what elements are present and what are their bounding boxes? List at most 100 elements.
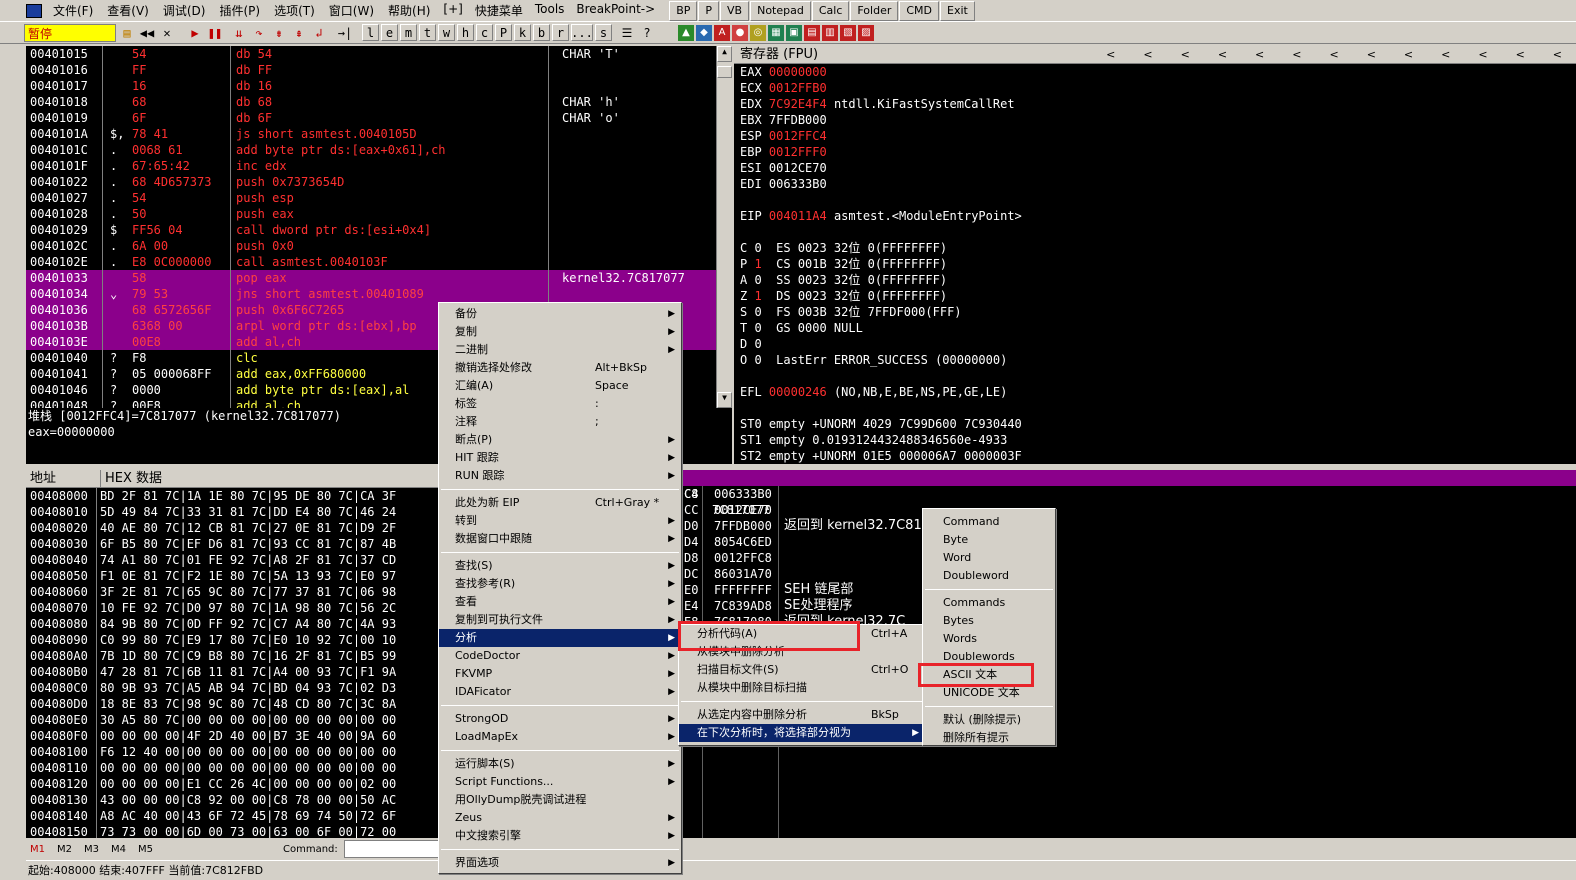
- disassembly-row[interactable]: 00401034 ⌄ 79 53 jns short asmtest.00401089: [26, 286, 716, 302]
- memory-tab-m5[interactable]: M5: [138, 844, 153, 855]
- menu-item[interactable]: 从模块中删除目标扫描: [679, 679, 925, 697]
- register-view-arrow[interactable]: <: [1367, 46, 1376, 64]
- register-line[interactable]: [734, 192, 1576, 208]
- register-view-arrow[interactable]: <: [1404, 46, 1413, 64]
- register-line[interactable]: P 1 CS 001B 32位 0(FFFFFFFF): [734, 256, 1576, 272]
- scroll-down-icon[interactable]: ▼: [717, 392, 732, 408]
- menu-item[interactable]: 中文搜索引擎 ▶: [439, 827, 681, 845]
- register-value[interactable]: 1: [754, 289, 761, 303]
- register-value[interactable]: 0012FFF0: [769, 145, 827, 159]
- menu-item[interactable]: 调试(D): [156, 2, 213, 19]
- window-button-P[interactable]: P: [495, 24, 512, 41]
- register-line[interactable]: C 0 ES 0023 32位 0(FFFFFFFF): [734, 240, 1576, 256]
- plugin-icon[interactable]: ◆: [696, 24, 712, 41]
- disassembly-row[interactable]: 0040101C. 0068 61 add byte ptr ds:[eax+0x6…: [26, 142, 716, 158]
- plugin-icon[interactable]: ▦: [768, 24, 784, 41]
- register-value[interactable]: 0012FFC4: [769, 129, 827, 143]
- menu-item[interactable]: 窗口(W): [322, 2, 381, 19]
- open-file-icon[interactable]: ▤: [118, 24, 136, 42]
- register-value[interactable]: 004011A4: [769, 209, 827, 223]
- quick-button-p[interactable]: P: [698, 0, 720, 21]
- help-icon[interactable]: ?: [638, 24, 656, 42]
- quick-button-exit[interactable]: Exit: [940, 0, 975, 21]
- stack-row[interactable]: C8 006333B0: [682, 486, 1576, 502]
- register-value[interactable]: 00000000: [769, 65, 827, 79]
- disassembly-row[interactable]: 00401022. 68 4D657373 push 0x7373654D: [26, 174, 716, 190]
- register-line[interactable]: [734, 368, 1576, 384]
- step-into-icon[interactable]: ⇊: [230, 24, 248, 42]
- menu-item[interactable]: 分析 ▶: [439, 629, 681, 647]
- app-icon[interactable]: [26, 3, 42, 18]
- register-view-arrow[interactable]: <: [1255, 46, 1264, 64]
- register-line[interactable]: EDX 7C92E4F4 ntdll.KiFastSystemCallRet: [734, 96, 1576, 112]
- menu-item[interactable]: 运行脚本(S) ▶: [439, 755, 681, 773]
- disassembly-row[interactable]: 0040102C. 6A 00 push 0x0: [26, 238, 716, 254]
- stack-row[interactable]: D8 0012FFC8: [682, 550, 1576, 566]
- register-line[interactable]: ST2 empty +UNORM 01E5 000006A7 0000003F: [734, 448, 1576, 464]
- register-line[interactable]: [734, 400, 1576, 416]
- register-value[interactable]: 0012FFB0: [769, 81, 827, 95]
- register-view-arrow[interactable]: <: [1441, 46, 1450, 64]
- quick-button-notepad[interactable]: Notepad: [750, 0, 811, 21]
- menu-item[interactable]: BreakPoint->: [570, 2, 661, 19]
- register-value[interactable]: 0012CE70: [769, 161, 827, 175]
- menu-item[interactable]: Word: [923, 549, 1055, 567]
- register-line[interactable]: EBP 0012FFF0: [734, 144, 1576, 160]
- window-button-more[interactable]: ...: [571, 24, 593, 41]
- dump-col-address[interactable]: 地址: [30, 470, 56, 488]
- window-button-h[interactable]: h: [457, 24, 474, 41]
- registers-pane[interactable]: 寄存器 (FPU) < < < < < < < < < < < < < EAX 00000000 ECX …: [734, 46, 1576, 464]
- rewind-icon[interactable]: ◀◀: [138, 24, 156, 42]
- window-button-m[interactable]: m: [400, 24, 417, 41]
- window-button-r[interactable]: r: [552, 24, 569, 41]
- stack-row[interactable]: E0 FFFFFFFF SEH 链尾部: [682, 582, 1576, 598]
- plugin-icon[interactable]: ◎: [750, 24, 766, 41]
- menu-item[interactable]: Zeus ▶: [439, 809, 681, 827]
- menu-item[interactable]: Doubleword: [923, 567, 1055, 585]
- menu-item[interactable]: 备份 ▶: [439, 305, 681, 323]
- menu-item[interactable]: IDAFicator ▶: [439, 683, 681, 701]
- register-view-arrow[interactable]: <: [1106, 46, 1115, 64]
- menu-item[interactable]: 从选定内容中删除分析 BkSp: [679, 706, 925, 724]
- menu-item[interactable]: 帮助(H): [381, 2, 437, 19]
- menu-item[interactable]: 在下次分析时，将选择部分视为 ▶: [679, 724, 925, 742]
- plugin-icon[interactable]: ▨: [858, 24, 874, 41]
- dump-col-hex[interactable]: HEX 数据: [100, 470, 162, 488]
- stack-row[interactable]: E4 7C839AD8 SE处理程序: [682, 598, 1576, 614]
- menu-item[interactable]: Tools: [529, 2, 571, 19]
- register-line[interactable]: S 0 FS 003B 32位 7FFDF000(FFF): [734, 304, 1576, 320]
- window-button-s[interactable]: s: [595, 24, 612, 41]
- disassembly-row[interactable]: 0040101F. 67:65:42 inc edx: [26, 158, 716, 174]
- close-icon[interactable]: ✕: [158, 24, 176, 42]
- disassembly-row[interactable]: 00401018 68 db 68 CHAR 'h': [26, 94, 716, 110]
- execute-till-return-icon[interactable]: ↲: [310, 24, 328, 42]
- menu-item[interactable]: CodeDoctor ▶: [439, 647, 681, 665]
- menu-item[interactable]: 断点(P) ▶: [439, 431, 681, 449]
- stack-row[interactable]: D4 8054C6ED: [682, 534, 1576, 550]
- quick-button-bp[interactable]: BP: [669, 0, 698, 21]
- register-line[interactable]: EBX 7FFDB000: [734, 112, 1576, 128]
- menu-item[interactable]: Commands: [923, 594, 1055, 612]
- trace-into-icon[interactable]: ⇟: [270, 24, 288, 42]
- disassembly-row[interactable]: 00401029 $ FF56 04 call dword ptr ds:[esi+0…: [26, 222, 716, 238]
- disassembly-row[interactable]: 00401033 58 pop eax kernel32.7C817077: [26, 270, 716, 286]
- scroll-up-icon[interactable]: ▲: [717, 46, 732, 62]
- menu-item[interactable]: 文件(F): [46, 2, 100, 19]
- register-view-arrow[interactable]: <: [1516, 46, 1525, 64]
- menu-item[interactable]: HIT 跟踪 ▶: [439, 449, 681, 467]
- menu-item[interactable]: StrongOD ▶: [439, 710, 681, 728]
- register-line[interactable]: ESP 0012FFC4: [734, 128, 1576, 144]
- menu-item[interactable]: Byte: [923, 531, 1055, 549]
- memory-tab-m4[interactable]: M4: [111, 844, 126, 855]
- menu-item[interactable]: 查找参考(R) ▶: [439, 575, 681, 593]
- register-value[interactable]: 7C92E4F4: [769, 97, 827, 111]
- disassembly-row[interactable]: 00401017 16 db 16: [26, 78, 716, 94]
- register-value[interactable]: 006333B0: [769, 177, 827, 191]
- quick-button-cmd[interactable]: CMD: [899, 0, 940, 21]
- disassembly-row[interactable]: 00401015 54 db 54 CHAR 'T': [26, 46, 716, 62]
- menu-item[interactable]: LoadMapEx ▶: [439, 728, 681, 746]
- register-line[interactable]: O 0 LastErr ERROR_SUCCESS (00000000): [734, 352, 1576, 368]
- window-button-c[interactable]: c: [476, 24, 493, 41]
- disassembly-row[interactable]: 0040101A $, 78 41 js short asmtest.0040105D: [26, 126, 716, 142]
- trace-over-icon[interactable]: ⇞: [290, 24, 308, 42]
